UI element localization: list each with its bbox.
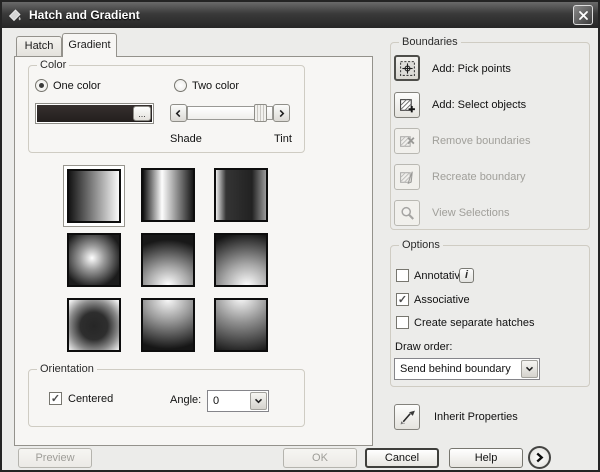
help-button[interactable]: Help xyxy=(449,448,523,468)
remove-boundaries-button xyxy=(394,128,420,154)
centered-label: Centered xyxy=(68,393,113,405)
recreate-boundary-icon xyxy=(399,169,416,186)
tab-gradient[interactable]: Gradient xyxy=(62,33,117,57)
color-swatch[interactable]: ... xyxy=(35,103,154,124)
gradient-tile-linear[interactable] xyxy=(67,169,121,223)
one-color-radio[interactable] xyxy=(35,79,48,92)
centered-checkbox[interactable]: ✓ xyxy=(49,392,62,405)
ok-button: OK xyxy=(283,448,357,468)
check-icon: ✓ xyxy=(398,294,407,306)
gradient-tile-curved[interactable] xyxy=(214,233,268,287)
pick-points-icon xyxy=(399,60,416,77)
gradient-tile-hemispherical[interactable] xyxy=(141,233,195,287)
recreate-boundary-label: Recreate boundary xyxy=(432,171,526,183)
remove-boundaries-icon xyxy=(399,133,416,150)
gradient-tile-inverted-hemispherical[interactable] xyxy=(141,298,195,352)
remove-boundaries-label: Remove boundaries xyxy=(432,135,530,147)
shade-arrow-button[interactable] xyxy=(170,104,187,122)
shade-label: Shade xyxy=(170,133,202,145)
draw-order-combo[interactable]: Send behind boundary xyxy=(394,358,540,380)
annotative-checkbox[interactable] xyxy=(396,269,409,282)
left-chevron-icon xyxy=(175,109,182,118)
angle-value: 0 xyxy=(213,395,219,407)
expand-right-icon xyxy=(535,452,544,463)
tint-arrow-button[interactable] xyxy=(273,104,290,122)
inherit-properties-brush-icon xyxy=(399,409,416,426)
gradient-tile-cylinder[interactable] xyxy=(141,168,195,222)
angle-label: Angle: xyxy=(170,394,201,406)
cancel-button[interactable]: Cancel xyxy=(365,448,439,468)
angle-dropdown-button[interactable] xyxy=(250,392,267,410)
select-objects-icon xyxy=(399,97,416,114)
info-icon: i xyxy=(465,269,468,281)
associative-label: Associative xyxy=(414,294,470,306)
gradient-tile-spherical[interactable] xyxy=(67,233,121,287)
associative-checkbox[interactable]: ✓ xyxy=(396,293,409,306)
magnifier-icon xyxy=(399,205,416,222)
more-options-button[interactable] xyxy=(528,446,551,469)
one-color-label: One color xyxy=(53,80,101,92)
tint-label: Tint xyxy=(274,133,292,145)
chevron-down-icon xyxy=(525,366,534,372)
recreate-boundary-button xyxy=(394,164,420,190)
app-icon xyxy=(7,7,23,23)
chevron-down-icon xyxy=(254,398,263,404)
create-separate-hatches-checkbox[interactable] xyxy=(396,316,409,329)
inherit-properties-button[interactable] xyxy=(394,404,420,430)
check-icon: ✓ xyxy=(51,393,60,405)
two-color-radio[interactable] xyxy=(174,79,187,92)
title-bar[interactable]: Hatch and Gradient xyxy=(2,2,598,28)
add-select-objects-label: Add: Select objects xyxy=(432,99,526,111)
angle-combo[interactable]: 0 xyxy=(207,390,269,412)
draw-order-label: Draw order: xyxy=(395,341,452,353)
color-browse-button[interactable]: ... xyxy=(133,106,151,121)
preview-button: Preview xyxy=(18,448,92,468)
gradient-tile-inverted-spherical[interactable] xyxy=(67,298,121,352)
inherit-properties-label: Inherit Properties xyxy=(434,411,518,423)
draw-order-dropdown-button[interactable] xyxy=(521,360,538,378)
annotative-info-button[interactable]: i xyxy=(459,268,474,283)
add-pick-points-button[interactable] xyxy=(394,55,420,81)
shade-tint-slider-handle[interactable] xyxy=(254,104,267,122)
add-pick-points-label: Add: Pick points xyxy=(432,63,511,75)
add-select-objects-button[interactable] xyxy=(394,92,420,118)
color-group-title: Color xyxy=(37,59,69,71)
gradient-tile-inverted-curved[interactable] xyxy=(214,298,268,352)
two-color-label: Two color xyxy=(192,80,239,92)
view-selections-label: View Selections xyxy=(432,207,509,219)
close-icon xyxy=(578,10,589,21)
create-separate-hatches-label: Create separate hatches xyxy=(414,317,534,329)
orientation-group-title: Orientation xyxy=(37,363,97,375)
boundaries-group-title: Boundaries xyxy=(399,36,461,48)
right-chevron-icon xyxy=(278,109,285,118)
gradient-tile-inverted-cylinder[interactable] xyxy=(214,168,268,222)
window-title: Hatch and Gradient xyxy=(29,8,140,22)
tab-hatch[interactable]: Hatch xyxy=(16,36,62,56)
hatch-and-gradient-dialog: Hatch and Gradient Hatch Gradient Color … xyxy=(0,0,600,472)
view-selections-button xyxy=(394,200,420,226)
draw-order-value: Send behind boundary xyxy=(400,363,511,375)
close-button[interactable] xyxy=(573,5,593,25)
options-group-title: Options xyxy=(399,239,443,251)
